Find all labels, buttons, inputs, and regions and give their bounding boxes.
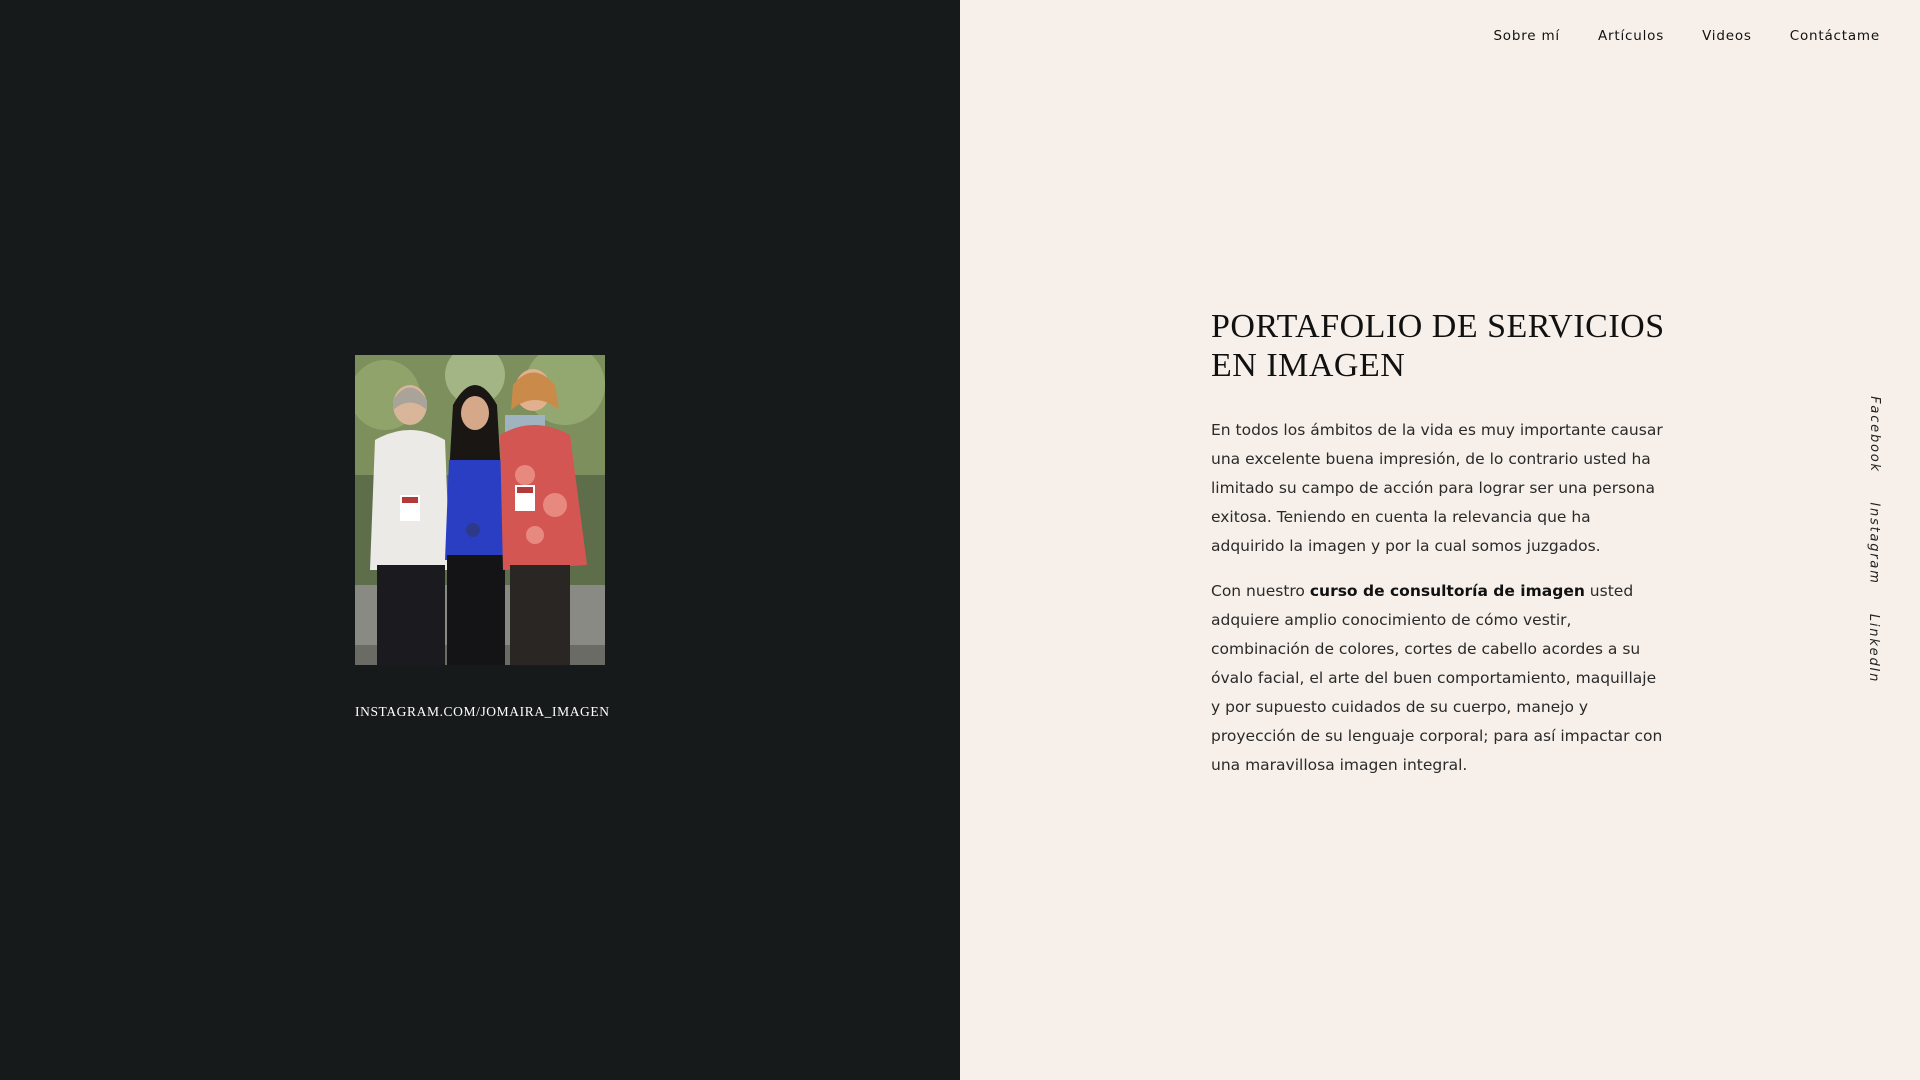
social-linkedin-label[interactable]: LinkedIn — [1867, 613, 1882, 682]
social-facebook-link[interactable]: Facebook — [1862, 396, 1886, 473]
social-linkedin-link[interactable]: LinkedIn — [1862, 613, 1886, 682]
nav-articulos[interactable]: Artículos — [1598, 28, 1664, 44]
instagram-caption: INSTAGRAM.COM/JOMAIRA_IMAGEN — [355, 704, 610, 719]
course-highlight: curso de consultoría de imagen — [1309, 582, 1585, 600]
intro-paragraph: En todos los ámbitos de la vida es muy i… — [1211, 421, 1663, 555]
left-panel: INSTAGRAM.COM/JOMAIRA_IMAGEN — [0, 0, 960, 1080]
nav-contactame[interactable]: Contáctame — [1790, 28, 1880, 44]
page-title: PORTAFOLIO DE SERVICIOS EN IMAGEN — [1211, 308, 1665, 384]
social-facebook-label[interactable]: Facebook — [1867, 396, 1882, 473]
social-instagram-link[interactable]: Instagram — [1862, 502, 1886, 584]
course-paragraph-start: Con nuestro — [1211, 582, 1310, 600]
social-instagram-label[interactable]: Instagram — [1867, 502, 1882, 584]
nav-videos[interactable]: Videos — [1702, 28, 1752, 44]
main-nav: Sobre mí Artículos Videos Contáctame — [1493, 28, 1880, 44]
group-photo — [355, 355, 605, 665]
nav-sobre-mi[interactable]: Sobre mí — [1493, 28, 1560, 44]
course-paragraph-end: usted adquiere amplio conocimiento de có… — [1211, 582, 1663, 774]
course-paragraph: Con nuestro curso de consultoría de imag… — [1211, 577, 1666, 780]
main-content: PORTAFOLIO DE SERVICIOS EN IMAGEN En tod… — [1211, 307, 1666, 780]
